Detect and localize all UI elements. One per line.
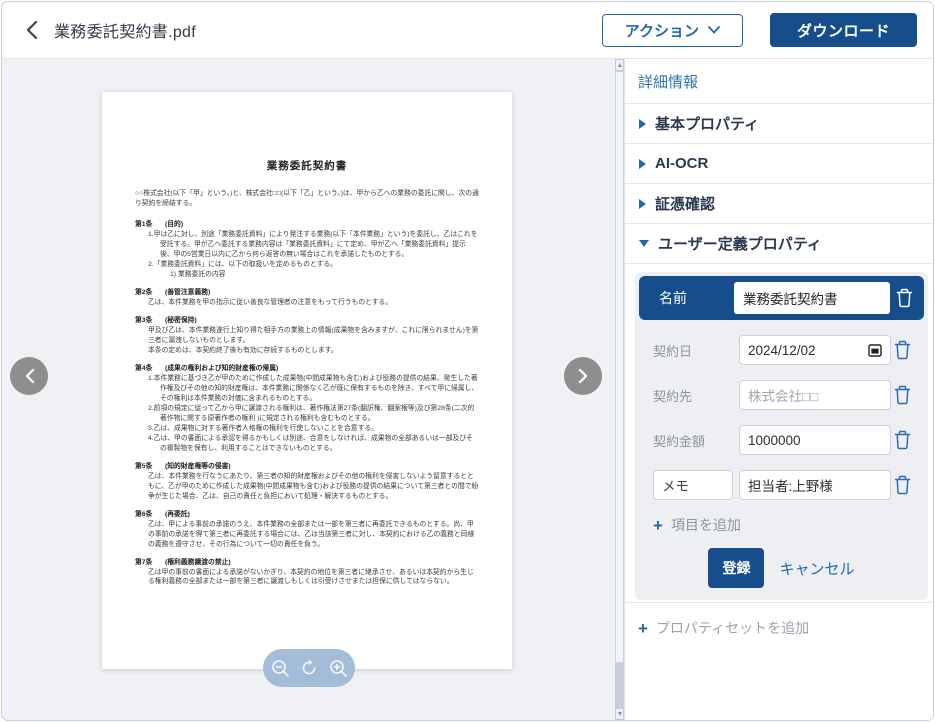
- action-button-label: アクション: [625, 20, 699, 41]
- name-input[interactable]: [734, 282, 890, 314]
- contractor-label: 契約先: [653, 386, 739, 405]
- main-area: 業務委託契約書 ○○株式会社(以下「甲」という。)と、株式会社□□(以下「乙」と…: [2, 59, 933, 720]
- pdf-viewer: 業務委託契約書 ○○株式会社(以下「甲」という。)と、株式会社□□(以下「乙」と…: [2, 59, 615, 720]
- doc-paragraph: 乙は、本件業務を甲の指示に従い善良な管理者の注意をもって行うものとする。: [148, 298, 479, 308]
- delete-icon[interactable]: [891, 428, 913, 452]
- chevron-down-icon: [639, 240, 649, 247]
- doc-article: 第3条(秘密保持) 甲及び乙は、本件業務遂行上知り得た相手方の業務上の情報(成果…: [135, 316, 479, 356]
- back-icon[interactable]: [20, 19, 42, 41]
- header: 業務委託契約書.pdf アクション ダウンロード: [2, 2, 933, 59]
- doc-article: 第2条(善管注意義務) 乙は、本件業務を甲の指示に従い善良な管理者の注意をもって…: [135, 288, 479, 308]
- action-button[interactable]: アクション: [602, 14, 743, 47]
- delete-icon[interactable]: [893, 286, 915, 310]
- scroll-up-button[interactable]: [615, 59, 624, 71]
- chevron-right-icon: [639, 199, 646, 209]
- details-link[interactable]: 詳細情報: [625, 59, 933, 104]
- zoom-toolbar: [263, 649, 355, 687]
- delete-icon[interactable]: [891, 473, 913, 497]
- doc-article: 第7条(権利義務譲渡の禁止) 乙は甲の事前の書面による承諾がないかぎり、本契約の…: [135, 558, 479, 588]
- section-ai-ocr[interactable]: AI-OCR: [625, 144, 933, 184]
- contract-date-label: 契約日: [653, 341, 739, 360]
- doc-paragraph: 3.乙は、成果物に対する著作者人格権の権利を行使しないことを合意する。: [148, 424, 479, 434]
- property-row-contractor: 契約先: [639, 380, 924, 410]
- section-evidence-check[interactable]: 証憑確認: [625, 184, 933, 224]
- divider: [625, 602, 933, 603]
- doc-paragraph: 2.前項の規定に従って乙から甲に譲渡される権利は、著作権法第27条(翻訳権、翻案…: [148, 404, 479, 424]
- memo-value-input[interactable]: [739, 470, 891, 500]
- rotate-icon[interactable]: [298, 657, 320, 679]
- add-item-link[interactable]: + 項目を追加: [653, 515, 924, 535]
- section-basic-properties[interactable]: 基本プロパティ: [625, 104, 933, 144]
- doc-intro: ○○株式会社(以下「甲」という。)と、株式会社□□(以下「乙」という。)は、甲か…: [135, 189, 479, 209]
- doc-paragraph: 1.本件業務に基づき乙が甲のために作成した成果物(中間成果物も含む)および役務の…: [148, 374, 479, 404]
- delete-icon[interactable]: [891, 338, 913, 362]
- name-label: 名前: [659, 288, 734, 308]
- doc-article: 第1条(目的) 1.甲は乙に対し、別途「業務委託資料」により発注する業務(以下「…: [135, 220, 479, 280]
- scrollbar-thumb[interactable]: [615, 71, 624, 663]
- doc-article: 第6条(再委託) 乙は、甲による事前の承諾のうえ、本件業務の全部または一部を第三…: [135, 510, 479, 550]
- memo-key-input[interactable]: [653, 470, 733, 500]
- plus-icon: +: [653, 517, 663, 534]
- chevron-right-icon: [639, 159, 646, 169]
- chevron-left-icon: [24, 368, 35, 384]
- register-button[interactable]: 登録: [708, 548, 764, 588]
- add-property-set-link[interactable]: + プロパティセットを追加: [638, 618, 933, 638]
- plus-icon: +: [638, 620, 648, 637]
- zoom-out-icon[interactable]: [269, 657, 291, 679]
- contractor-input[interactable]: [739, 380, 891, 410]
- property-row-memo: [639, 470, 924, 500]
- doc-article: 第4条(成果の権利および知的財産権の帰属) 1.本件業務に基づき乙が甲のために作…: [135, 364, 479, 454]
- chevron-right-icon: [578, 368, 589, 384]
- download-button[interactable]: ダウンロード: [770, 13, 917, 47]
- page-title: 業務委託契約書.pdf: [54, 18, 196, 42]
- doc-paragraph: 甲及び乙は、本件業務遂行上知り得た相手方の業務上の情報(成果物を含みますが、これ…: [148, 326, 479, 346]
- doc-paragraph: 2.「業務委託資料」には、以下の取扱いを定めるものとする。: [148, 260, 479, 270]
- previous-page-button[interactable]: [10, 357, 48, 395]
- properties-panel: 詳細情報 基本プロパティ AI-OCR 証憑確認 ユーザー定義プロパティ 名前: [624, 59, 933, 720]
- document-body: ○○株式会社(以下「甲」という。)と、株式会社□□(以下「乙」という。)は、甲か…: [135, 189, 479, 587]
- calendar-icon[interactable]: [868, 343, 882, 357]
- doc-paragraph: 乙は、甲による事前の承諾のうえ、本件業務の全部または一部を第三者に再委託できるも…: [148, 520, 479, 550]
- doc-paragraph: 乙は甲の事前の書面による承諾がないかぎり、本契約の地位を第三者に継承させ、あるい…: [148, 568, 479, 588]
- contract-amount-input[interactable]: [739, 425, 891, 455]
- zoom-in-icon[interactable]: [327, 657, 349, 679]
- form-actions: 登録 キャンセル: [639, 548, 924, 588]
- contract-amount-label: 契約金額: [653, 431, 739, 450]
- app-window: 業務委託契約書.pdf アクション ダウンロード 業務委託契約書 ○○株式会社(…: [1, 1, 934, 721]
- property-row-contract-date: 契約日 2024/12/02: [639, 335, 924, 365]
- pdf-page: 業務委託契約書 ○○株式会社(以下「甲」という。)と、株式会社□□(以下「乙」と…: [102, 92, 512, 669]
- vertical-scrollbar[interactable]: [615, 59, 624, 720]
- chevron-right-icon: [639, 119, 646, 129]
- doc-article: 第5条(知的財産権等の侵害) 乙は、本件業務を行なうにあたり、第三者の知的財産権…: [135, 462, 479, 502]
- user-properties-form: 名前 契約日 2024/12/02: [635, 272, 928, 600]
- doc-paragraph: 1.甲は乙に対し、別途「業務委託資料」により発注する業務(以下「本件業務」という…: [148, 230, 479, 260]
- property-row-contract-amount: 契約金額: [639, 425, 924, 455]
- doc-paragraph: 4.乙は、甲の書面による承認を得るかもしくは別途、合意をしなければ、成果物の全部…: [148, 434, 479, 454]
- scroll-down-button[interactable]: [615, 708, 624, 720]
- contract-date-input[interactable]: 2024/12/02: [739, 335, 891, 365]
- doc-paragraph: 本条の定めは、本契約終了後も有効に存続するものとします。: [148, 346, 479, 356]
- property-row-name: 名前: [639, 276, 924, 320]
- doc-paragraph: 乙は、本件業務を行なうにあたり、第三者の知的財産権およびその他の権利を侵害しない…: [148, 472, 479, 502]
- next-page-button[interactable]: [564, 357, 602, 395]
- delete-icon[interactable]: [891, 383, 913, 407]
- cancel-link[interactable]: キャンセル: [779, 558, 854, 579]
- doc-paragraph: 1) 業務委託の内容: [170, 270, 479, 280]
- section-user-defined-properties[interactable]: ユーザー定義プロパティ: [625, 224, 933, 264]
- document-title: 業務委託契約書: [135, 158, 479, 173]
- chevron-down-icon: [708, 26, 720, 34]
